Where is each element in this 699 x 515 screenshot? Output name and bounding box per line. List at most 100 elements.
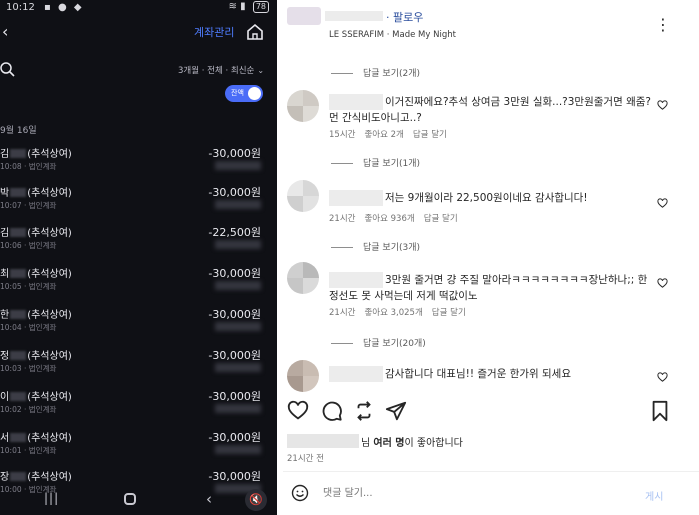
view-replies-link[interactable]: 답글 보기(2개) — [331, 66, 420, 79]
name-blurred — [10, 472, 27, 481]
comment-likes[interactable]: 좋아요 2개 — [364, 130, 403, 140]
avatar-pixel — [287, 278, 303, 294]
mute-icon[interactable]: 🔇 — [245, 489, 267, 511]
comment-body: 이거진짜에요?추석 상여금 3만원 실화...?3만원줄거면 왜줌? 먼 간식비… — [329, 96, 651, 124]
transaction-type: 법인계좌 — [28, 162, 57, 171]
name-suffix: (추석상여) — [27, 188, 72, 199]
avatar-pixel — [287, 90, 303, 106]
name-blurred — [10, 433, 27, 442]
bookmark-icon[interactable] — [649, 400, 671, 422]
comment-heart-icon[interactable] — [657, 372, 668, 383]
view-replies-link[interactable]: 답글 보기(1개) — [331, 156, 420, 169]
comment-icon[interactable] — [321, 400, 343, 422]
post-header: · 팔로우 LE SSERAFIM · Made My Night ⋮ — [283, 0, 699, 44]
transaction-name: 이 (추석상여) — [0, 388, 72, 403]
search-icon[interactable] — [0, 62, 16, 78]
transaction-type: 법인계좌 — [28, 323, 57, 332]
transaction-meta: 10:07 · 법인계좌 — [0, 201, 57, 210]
post-button[interactable]: 게시 — [645, 488, 663, 503]
transaction-meta: 10:02 · 법인계좌 — [0, 405, 57, 414]
transaction-row[interactable]: 최 (추석상여) 10:05 · 법인계좌 -30,000원 — [0, 265, 277, 305]
reply-line — [331, 343, 353, 344]
comment-body: 저는 9개월이라 22,500원이네요 감사합니다! — [385, 192, 588, 204]
transaction-type: 법인계좌 — [28, 282, 57, 291]
name-blurred — [10, 228, 27, 237]
username-blurred[interactable] — [325, 11, 383, 21]
avatar[interactable] — [287, 7, 321, 25]
balance-toggle-label: 잔액 — [231, 89, 244, 97]
home-icon[interactable] — [246, 23, 264, 41]
share-icon[interactable] — [385, 400, 407, 422]
reply-button[interactable]: 답글 달기 — [413, 130, 447, 140]
transaction-amount: -30,000원 — [208, 349, 261, 362]
avatar-pixel — [287, 106, 303, 122]
repost-icon[interactable] — [353, 400, 375, 422]
home-button-icon[interactable] — [124, 493, 136, 505]
view-replies-link[interactable]: 답글 보기(3개) — [331, 240, 420, 253]
name-blurred — [10, 188, 27, 197]
comment-heart-icon[interactable] — [657, 198, 668, 209]
comment-time: 21시간 — [329, 214, 356, 224]
transaction-name: 김 (추석상여) — [0, 145, 72, 160]
comment-likes[interactable]: 좋아요 936개 — [364, 214, 414, 224]
liker-name-blurred — [287, 434, 359, 448]
transaction-meta: 10:04 · 법인계좌 — [0, 323, 57, 332]
comment-meta: 21시간 좋아요 3,025개 답글 달기 — [329, 306, 475, 318]
likes-summary[interactable]: 님 여러 명이 좋아합니다 — [287, 434, 463, 449]
heart-icon[interactable] — [287, 400, 309, 422]
name-prefix: 장 — [0, 472, 10, 483]
transaction-row[interactable]: 이 (추석상여) 10:02 · 법인계좌 -30,000원 — [0, 388, 277, 428]
name-suffix: (추석상여) — [27, 433, 72, 444]
bank-app-screen: 10:12 ▪ ● ◆ ≋ ▮ 78 ‹ 계좌관리 3개월 · 전체 · 최신순… — [0, 0, 277, 515]
transaction-name: 정 (추석상여) — [0, 347, 72, 362]
reply-button[interactable]: 답글 달기 — [424, 214, 458, 224]
back-arrow-icon[interactable]: ‹ — [2, 22, 8, 41]
status-bar: 10:12 ▪ ● ◆ ≋ ▮ 78 — [0, 0, 277, 16]
avatar-pixel — [303, 360, 319, 376]
emoji-icon[interactable] — [291, 484, 309, 502]
comment-text: 저는 9개월이라 22,500원이네요 감사합니다! — [329, 190, 654, 206]
name-suffix: (추석상여) — [27, 149, 72, 160]
status-time: 10:12 — [6, 2, 35, 13]
recents-icon[interactable]: ||| — [44, 491, 59, 505]
comment-heart-icon[interactable] — [657, 278, 668, 289]
transaction-row[interactable]: 한 (추석상여) 10:04 · 법인계좌 -30,000원 — [0, 306, 277, 346]
reply-button[interactable]: 답글 달기 — [432, 308, 466, 318]
transaction-amount: -30,000원 — [208, 267, 261, 280]
name-prefix: 서 — [0, 433, 10, 444]
music-info[interactable]: LE SSERAFIM · Made My Night — [329, 30, 456, 40]
transaction-row[interactable]: 정 (추석상여) 10:03 · 법인계좌 -30,000원 — [0, 347, 277, 387]
name-suffix: (추석상여) — [27, 269, 72, 280]
nav-back-icon[interactable]: ‹ — [206, 490, 212, 508]
avatar[interactable] — [287, 360, 319, 392]
avatar-pixel — [303, 376, 319, 392]
transaction-time: 10:01 — [0, 446, 22, 455]
avatar-pixel — [303, 180, 319, 196]
comment-input[interactable] — [323, 484, 623, 502]
transaction-row[interactable]: 김 (추석상여) 10:06 · 법인계좌 -22,500원 — [0, 224, 277, 264]
view-replies-link[interactable]: 답글 보기(20개) — [331, 336, 426, 349]
avatar[interactable] — [287, 262, 319, 294]
follow-link[interactable]: · 팔로우 — [386, 9, 423, 25]
avatar[interactable] — [287, 180, 319, 212]
signal-icon: ▮ — [240, 1, 246, 12]
avatar[interactable] — [287, 90, 319, 122]
name-prefix: 박 — [0, 188, 10, 199]
view-replies-label: 답글 보기(3개) — [363, 243, 421, 253]
name-prefix: 김 — [0, 228, 10, 239]
name-suffix: (추석상여) — [27, 472, 72, 483]
transaction-row[interactable]: 서 (추석상여) 10:01 · 법인계좌 -30,000원 — [0, 429, 277, 469]
balance-toggle[interactable]: 잔액 — [225, 85, 263, 102]
avatar-pixel — [303, 90, 319, 106]
transaction-meta: 10:08 · 법인계좌 — [0, 162, 57, 171]
comment-heart-icon[interactable] — [657, 100, 668, 111]
more-options-icon[interactable]: ⋮ — [655, 15, 671, 34]
transaction-amount: -30,000원 — [208, 390, 261, 403]
transaction-row[interactable]: 김 (추석상여) 10:08 · 법인계좌 -30,000원 — [0, 145, 277, 185]
account-manage-button[interactable]: 계좌관리 — [194, 24, 234, 40]
transaction-row[interactable]: 박 (추석상여) 10:07 · 법인계좌 -30,000원 — [0, 184, 277, 224]
date-header: 9월 16일 — [0, 126, 37, 136]
period-filter-dropdown[interactable]: 3개월 · 전체 · 최신순 ⌄ — [178, 64, 264, 76]
instagram-comments-screen: · 팔로우 LE SSERAFIM · Made My Night ⋮ 답글 보… — [283, 0, 699, 515]
comment-likes[interactable]: 좋아요 3,025개 — [364, 308, 422, 318]
